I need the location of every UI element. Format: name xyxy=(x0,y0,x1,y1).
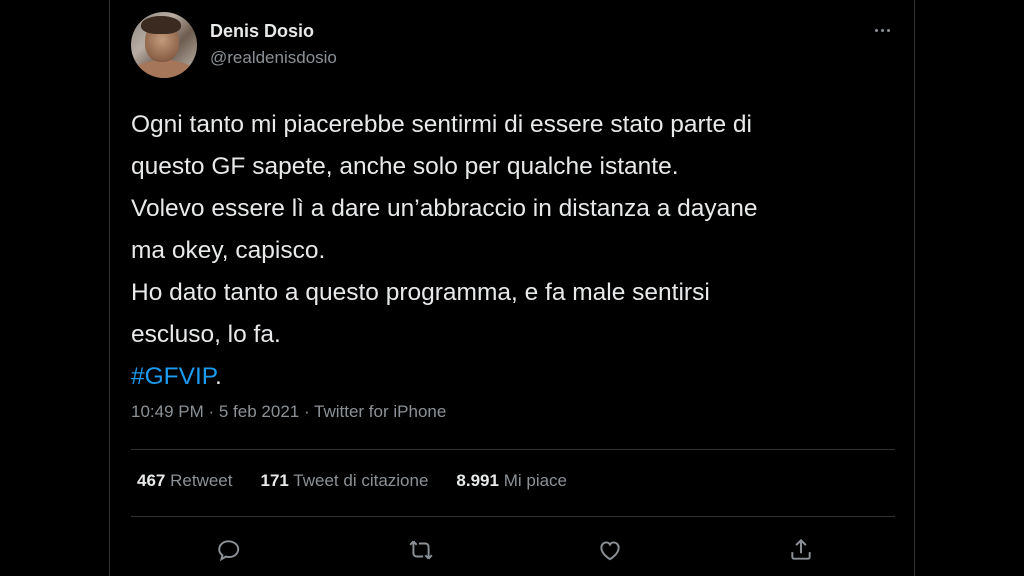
hashtag-suffix: . xyxy=(214,363,222,390)
like-icon[interactable] xyxy=(595,535,625,565)
tweet-text: Ogni tanto mi piacerebbe sentirmi di ess… xyxy=(131,104,901,398)
retweet-icon[interactable] xyxy=(406,535,436,565)
tweet-line: ma okey, capisco. xyxy=(131,237,326,264)
avatar-hair xyxy=(141,16,181,34)
author-handle[interactable]: @realdenisdosio xyxy=(210,48,337,68)
reply-icon[interactable] xyxy=(214,535,244,565)
quotes-label: Tweet di citazione xyxy=(293,471,429,490)
tweet-line: Volevo essere lì a dare un’abbraccio in … xyxy=(131,195,758,222)
tweet-line: escluso, lo fa. xyxy=(131,321,281,348)
action-bar xyxy=(110,523,916,573)
retweets-label: Retweet xyxy=(170,471,233,490)
likes-count: 8.991 xyxy=(456,471,499,490)
tweet-line: Ho dato tanto a questo programma, e fa m… xyxy=(131,279,710,306)
tweet-line: questo GF sapete, anche solo per qualche… xyxy=(131,153,679,180)
tweet-card: Denis Dosio @realdenisdosio Ogni tanto m… xyxy=(109,0,915,576)
tweet-hashtag-line: #GFVIP. xyxy=(131,356,901,398)
retweets-stat[interactable]: 467 Retweet xyxy=(137,471,232,491)
tweet-meta[interactable]: 10:49 PM · 5 feb 2021 · Twitter for iPho… xyxy=(131,402,446,422)
share-icon[interactable] xyxy=(786,535,816,565)
engagement-stats: 467 Retweet 171 Tweet di citazione 8.991… xyxy=(137,471,567,491)
divider xyxy=(131,516,895,517)
quotes-stat[interactable]: 171 Tweet di citazione xyxy=(260,471,428,491)
hashtag-link[interactable]: #GFVIP xyxy=(131,363,215,390)
likes-label: Mi piace xyxy=(503,471,568,490)
tweet-line: Ogni tanto mi piacerebbe sentirmi di ess… xyxy=(131,111,752,138)
retweets-count: 467 xyxy=(137,471,166,490)
author-name[interactable]: Denis Dosio xyxy=(210,21,314,42)
divider xyxy=(131,449,895,450)
avatar-shoulder xyxy=(131,60,197,78)
likes-stat[interactable]: 8.991 Mi piace xyxy=(456,471,567,491)
quotes-count: 171 xyxy=(260,471,289,490)
avatar[interactable] xyxy=(131,12,197,78)
more-icon[interactable] xyxy=(870,24,894,36)
